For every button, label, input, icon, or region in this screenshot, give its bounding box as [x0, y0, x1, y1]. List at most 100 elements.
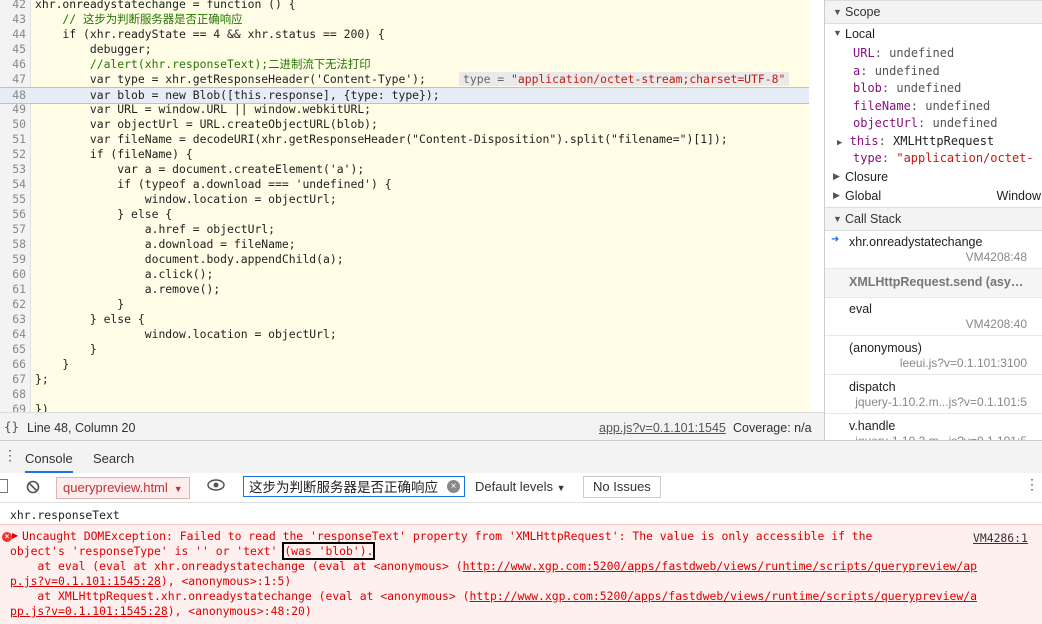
clear-filter-icon[interactable]: ×	[447, 480, 460, 493]
line-number[interactable]: 58	[0, 237, 26, 252]
code-line[interactable]: 49 var URL = window.URL || window.webkit…	[0, 102, 809, 117]
code-line[interactable]: 66 }	[0, 357, 809, 372]
code-line[interactable]: 46 //alert(xhr.responseText);二进制流下无法打印	[0, 57, 809, 72]
code-line[interactable]: 64 window.location = objectUrl;	[0, 327, 809, 342]
code-line[interactable]: 63 } else {	[0, 312, 809, 327]
line-number[interactable]: 46	[0, 57, 26, 72]
tab-console[interactable]: Console	[25, 451, 73, 473]
code-line[interactable]: 69})	[0, 402, 809, 412]
stack-url-link[interactable]: p.js?v=0.1.101:1545:28	[10, 574, 161, 588]
stack-url-link[interactable]: http://www.xgp.com:5200/apps/fastdweb/vi…	[463, 559, 977, 573]
code-text: }	[35, 342, 97, 356]
log-levels-dropdown[interactable]: Default levels ▼	[475, 479, 566, 494]
more-settings-icon[interactable]: ⋮	[1025, 476, 1039, 493]
line-number[interactable]: 65	[0, 342, 26, 357]
source-file-link[interactable]: app.js?v=0.1.101:1545	[599, 421, 726, 435]
line-number[interactable]: 48	[0, 88, 26, 103]
line-number[interactable]: 69	[0, 402, 26, 412]
line-number[interactable]: 61	[0, 282, 26, 297]
scope-variable[interactable]: objectUrl: undefined	[853, 115, 998, 132]
code-line[interactable]: 67};	[0, 372, 809, 387]
console-filter-input[interactable]: 这步为判断服务器是否正确响应 ×	[243, 476, 465, 497]
expand-triangle-icon[interactable]: ▶	[837, 138, 842, 148]
clear-console-icon[interactable]	[26, 480, 40, 494]
line-number[interactable]: 57	[0, 222, 26, 237]
scope-variable[interactable]: fileName: undefined	[853, 98, 990, 115]
call-frame[interactable]: dispatch jquery-1.10.2.m...js?v=0.1.101:5	[825, 375, 1042, 414]
code-line[interactable]: 55 window.location = objectUrl;	[0, 192, 809, 207]
pretty-print-button[interactable]: {}	[4, 419, 19, 434]
line-number[interactable]: 54	[0, 177, 26, 192]
line-number[interactable]: 68	[0, 387, 26, 402]
line-number[interactable]: 44	[0, 27, 26, 42]
issues-button[interactable]: No Issues	[583, 476, 661, 498]
line-number[interactable]: 67	[0, 372, 26, 387]
line-number[interactable]: 42	[0, 0, 26, 12]
code-line[interactable]: 60 a.click();	[0, 267, 809, 282]
scope-variable[interactable]: a: undefined	[853, 63, 940, 80]
line-number[interactable]: 66	[0, 357, 26, 372]
more-options-icon[interactable]: ⋮	[3, 447, 17, 464]
source-editor[interactable]: 42 xhr.onreadystatechange = function () {…	[0, 0, 809, 412]
line-number[interactable]: 56	[0, 207, 26, 222]
code-line[interactable]: 61 a.remove();	[0, 282, 809, 297]
expand-triangle-icon: ▶	[833, 190, 840, 200]
line-number[interactable]: 51	[0, 132, 26, 147]
call-frame[interactable]: (anonymous) leeui.js?v=0.1.101:3100	[825, 336, 1042, 375]
type-variable[interactable]: type: "application/octet-	[853, 150, 1034, 167]
sidebar-toggle-icon[interactable]	[0, 479, 8, 493]
scope-variable[interactable]: URL: undefined	[853, 45, 954, 62]
line-number[interactable]: 64	[0, 327, 26, 342]
call-frame[interactable]: ➜ xhr.onreadystatechange VM4208:48	[825, 230, 1042, 269]
line-number[interactable]: 52	[0, 147, 26, 162]
code-line[interactable]: 68	[0, 387, 809, 402]
line-number[interactable]: 45	[0, 42, 26, 57]
code-line[interactable]: 58 a.download = fileName;	[0, 237, 809, 252]
tab-search[interactable]: Search	[93, 451, 134, 466]
line-number[interactable]: 55	[0, 192, 26, 207]
expand-error-icon[interactable]: ▶	[12, 531, 18, 540]
stack-line: p.js?v=0.1.101:1545:28), <anonymous>:1:5…	[10, 574, 292, 588]
code-line[interactable]: 42 xhr.onreadystatechange = function () {	[0, 0, 809, 12]
stack-url-link[interactable]: http://www.xgp.com:5200/apps/fastdweb/vi…	[469, 589, 976, 603]
error-source-link[interactable]: VM4286:1	[973, 531, 1028, 545]
scope-section-header[interactable]: ▼ Scope	[825, 0, 1042, 24]
line-number[interactable]: 62	[0, 297, 26, 312]
call-frame[interactable]: v.handlejquery-1.10.2.m...js?v=0.1.101:5	[825, 414, 1042, 440]
stack-url-link[interactable]: pp.js?v=0.1.101:1545:28	[10, 604, 168, 618]
code-line[interactable]: 62 }	[0, 297, 809, 312]
code-line[interactable]: 44 if (xhr.readyState == 4 && xhr.status…	[0, 27, 809, 42]
call-frame[interactable]: eval VM4208:40	[825, 297, 1042, 336]
line-number[interactable]: 49	[0, 102, 26, 117]
line-number[interactable]: 53	[0, 162, 26, 177]
code-line[interactable]: 51 var fileName = decodeURI(xhr.getRespo…	[0, 132, 809, 147]
code-line[interactable]: 47 var type = xhr.getResponseHeader('Con…	[0, 72, 809, 87]
context-selector[interactable]: querypreview.html ▼	[56, 477, 190, 499]
scope-variable[interactable]: blob: undefined	[853, 80, 961, 97]
code-line[interactable]: 65 }	[0, 342, 809, 357]
stack-line: at XMLHttpRequest.xhr.onreadystatechange…	[10, 589, 977, 603]
call-stack-section-header[interactable]: ▼ Call Stack	[825, 207, 1042, 231]
line-number[interactable]: 59	[0, 252, 26, 267]
code-line[interactable]: 57 a.href = objectUrl;	[0, 222, 809, 237]
line-number[interactable]: 60	[0, 267, 26, 282]
code-line[interactable]: 50 var objectUrl = URL.createObjectURL(b…	[0, 117, 809, 132]
console-output[interactable]: xhr.responseText × ▶ VM4286:1 Uncaught D…	[0, 503, 1042, 624]
code-line[interactable]: 59 document.body.appendChild(a);	[0, 252, 809, 267]
drawer-tab-bar: ⋮ Console Search	[0, 440, 1042, 474]
code-line[interactable]: 43 // 这步为判断服务器是否正确响应	[0, 12, 809, 27]
code-line[interactable]: 52 if (fileName) {	[0, 147, 809, 162]
line-number[interactable]: 43	[0, 12, 26, 27]
line-number[interactable]: 47	[0, 72, 26, 87]
line-number[interactable]: 63	[0, 312, 26, 327]
code-text: window.location = objectUrl;	[35, 327, 337, 341]
code-line[interactable]: 54 if (typeof a.download === 'undefined'…	[0, 177, 809, 192]
global-value: Window	[996, 189, 1041, 203]
code-text: if (typeof a.download === 'undefined') {	[35, 177, 392, 191]
code-line[interactable]: 53 var a = document.createElement('a');	[0, 162, 809, 177]
code-line[interactable]: 56 } else {	[0, 207, 809, 222]
eye-icon[interactable]	[207, 478, 225, 492]
error-icon: ×	[2, 532, 12, 542]
line-number[interactable]: 50	[0, 117, 26, 132]
code-line[interactable]: 45 debugger;	[0, 42, 809, 57]
